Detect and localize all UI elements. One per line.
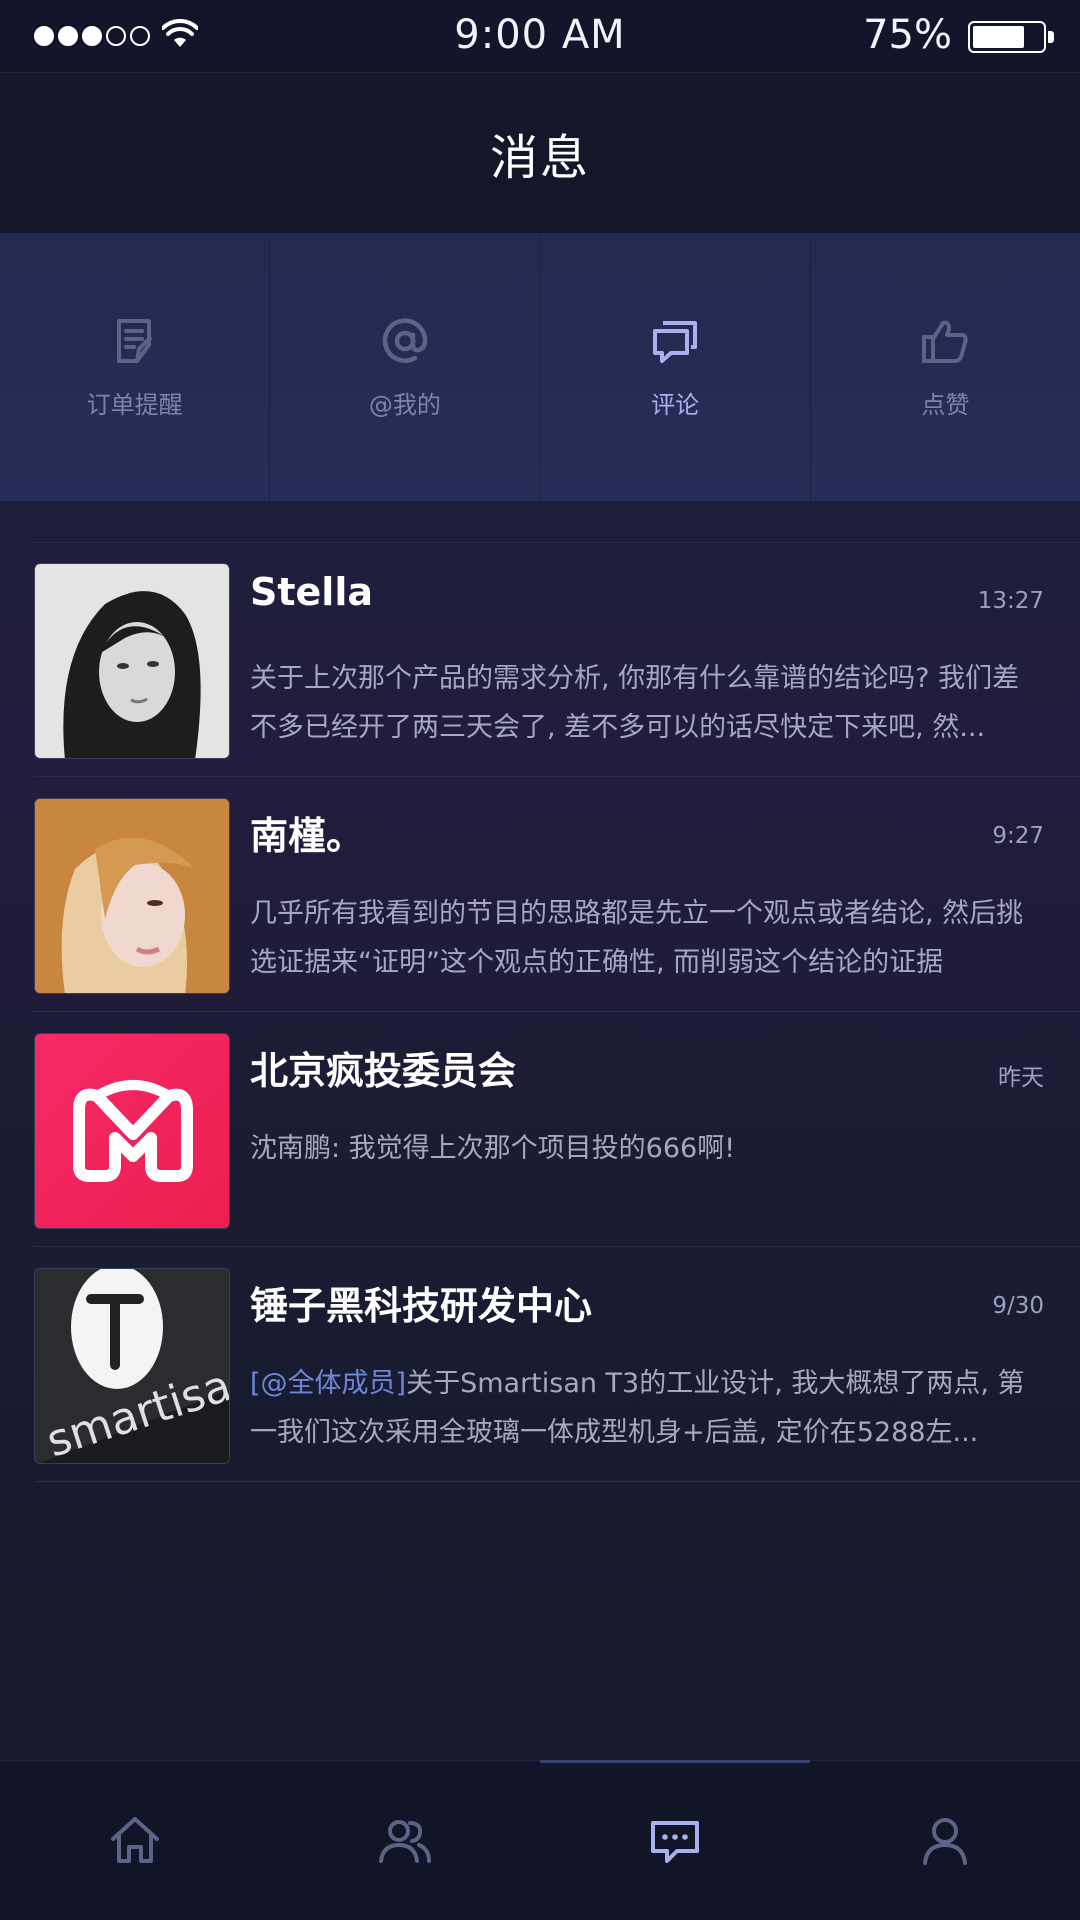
order-note-icon [116,318,153,363]
tab-comments[interactable]: 评论 [541,233,811,501]
tab-contacts[interactable] [270,1761,540,1920]
status-bar: 9:00 AM 75% [0,0,1080,73]
battery-cap [1048,31,1054,43]
tab-label: 评论 [651,390,700,419]
mention-tag[interactable]: [@全体成员] [250,1368,406,1399]
avatar: smartisan [34,1268,230,1464]
tab-label: 点赞 [921,390,970,419]
message-time: 13:27 [977,588,1044,614]
message-item-nanjin[interactable]: 南槿。 9:27 几乎所有我看到的节目的思路都是先立一个观点或者结论, 然后挑选… [34,777,1080,1012]
sender-name: 南槿。 [250,814,365,858]
tab-profile[interactable] [810,1761,1080,1920]
message-item-group-beijing[interactable]: 北京疯投委员会 昨天 沈南鹏: 我觉得上次那个项目投的666啊! [34,1012,1080,1247]
group-logo-icon [73,1080,193,1182]
comment-icon [653,320,698,363]
message-item-stella[interactable]: Stella 13:27 关于上次那个产品的需求分析, 你那有什么靠谱的结论吗?… [34,542,1080,777]
sender-name: 北京疯投委员会 [250,1049,517,1093]
home-icon [111,1816,159,1863]
messages-screen: 9:00 AM 75% 消息 订单提醒 @我的 评论 点赞 Stella 13:… [0,0,1080,1920]
at-icon [382,317,428,363]
category-tabs: 订单提醒 @我的 评论 点赞 [0,233,1080,501]
message-preview: 关于上次那个产品的需求分析, 你那有什么靠谱的结论吗? 我们差不多已经开了两三天… [250,663,1020,743]
message-preview: 几乎所有我看到的节目的思路都是先立一个观点或者结论, 然后挑选证据来“证明”这个… [250,898,1024,978]
smartisan-logo-icon: smartisan [35,1269,229,1463]
message-time: 9:27 [992,823,1044,849]
message-preview: 沈南鹏: 我觉得上次那个项目投的666啊! [250,1133,736,1164]
message-time: 9/30 [992,1293,1044,1319]
tab-likes[interactable]: 点赞 [811,233,1080,501]
messages-icon [651,1820,699,1863]
avatar [34,563,230,759]
message-item-group-smartisan[interactable]: smartisan 锤子黑科技研发中心 9/30 [@全体成员]关于Smarti… [34,1247,1080,1482]
message-preview: [@全体成员]关于Smartisan T3的工业设计, 我大概想了两点, 第一我… [250,1359,1046,1457]
bottom-tab-bar [0,1760,1080,1920]
thumbs-up-icon [922,320,969,363]
nav-bar: 消息 [0,73,1080,233]
avatar [34,1033,230,1229]
battery-icon [968,21,1046,53]
message-time: 昨天 [998,1065,1044,1091]
tab-label: @我的 [368,390,441,419]
message-list: Stella 13:27 关于上次那个产品的需求分析, 你那有什么靠谱的结论吗?… [0,542,1080,1482]
sender-name: Stella [250,570,373,614]
tab-label: 订单提醒 [86,390,183,419]
tab-home[interactable] [0,1761,270,1920]
avatar [34,798,230,994]
profile-icon [923,1817,967,1865]
tab-order-reminder[interactable]: 订单提醒 [0,233,271,501]
page-title: 消息 [489,130,590,186]
battery-percent: 75% [863,12,952,58]
tab-messages[interactable] [540,1760,810,1920]
contacts-icon [379,1819,431,1863]
sender-name: 锤子黑科技研发中心 [250,1284,593,1328]
tab-mentions[interactable]: @我的 [270,233,541,501]
